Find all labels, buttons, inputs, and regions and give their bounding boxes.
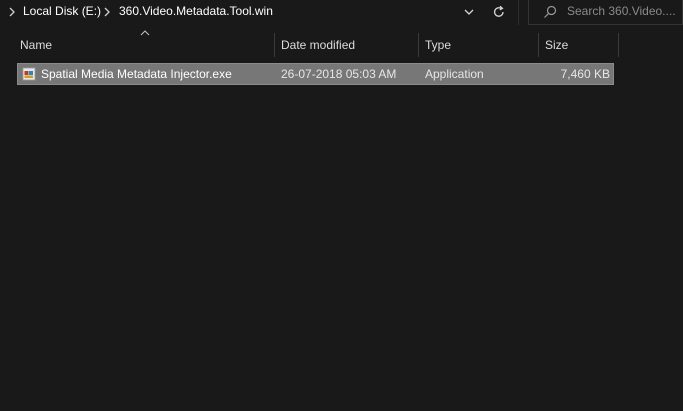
file-size: 7,460 KB [560, 67, 610, 81]
column-header-name[interactable]: Name [20, 33, 52, 57]
file-date-modified: 26-07-2018 05:03 AM [281, 67, 397, 81]
column-divider[interactable] [538, 33, 539, 57]
chevron-right-icon[interactable] [103, 6, 111, 18]
column-header-type[interactable]: Type [425, 33, 451, 57]
exe-file-icon [22, 67, 36, 81]
column-header-size[interactable]: Size [545, 33, 568, 57]
breadcrumb-current-folder[interactable]: 360.Video.Metadata.Tool.win [119, 4, 273, 18]
title-bar: Local Disk (E:) 360.Video.Metadata.Tool.… [0, 0, 683, 26]
breadcrumb-local-disk[interactable]: Local Disk (E:) [23, 4, 101, 18]
file-type: Application [425, 67, 484, 81]
column-header-row: Name Date modified Type Size [0, 30, 683, 57]
chevron-down-icon[interactable] [460, 3, 478, 21]
column-divider[interactable] [618, 33, 619, 57]
file-list-empty-area[interactable] [0, 90, 683, 411]
file-row[interactable]: Spatial Media Metadata Injector.exe 26-0… [17, 63, 614, 85]
column-divider[interactable] [274, 33, 275, 57]
search-input[interactable]: Search 360.Video.... [567, 4, 676, 18]
sort-ascending-icon [140, 30, 150, 36]
chevron-right-icon[interactable] [8, 6, 16, 18]
column-divider[interactable] [418, 33, 419, 57]
column-header-date-modified[interactable]: Date modified [281, 33, 355, 57]
search-box[interactable]: Search 360.Video.... [528, 0, 683, 25]
refresh-icon[interactable] [490, 3, 508, 21]
address-bar[interactable]: Local Disk (E:) 360.Video.Metadata.Tool.… [0, 0, 519, 25]
search-icon [544, 5, 557, 18]
file-name[interactable]: Spatial Media Metadata Injector.exe [41, 67, 232, 81]
